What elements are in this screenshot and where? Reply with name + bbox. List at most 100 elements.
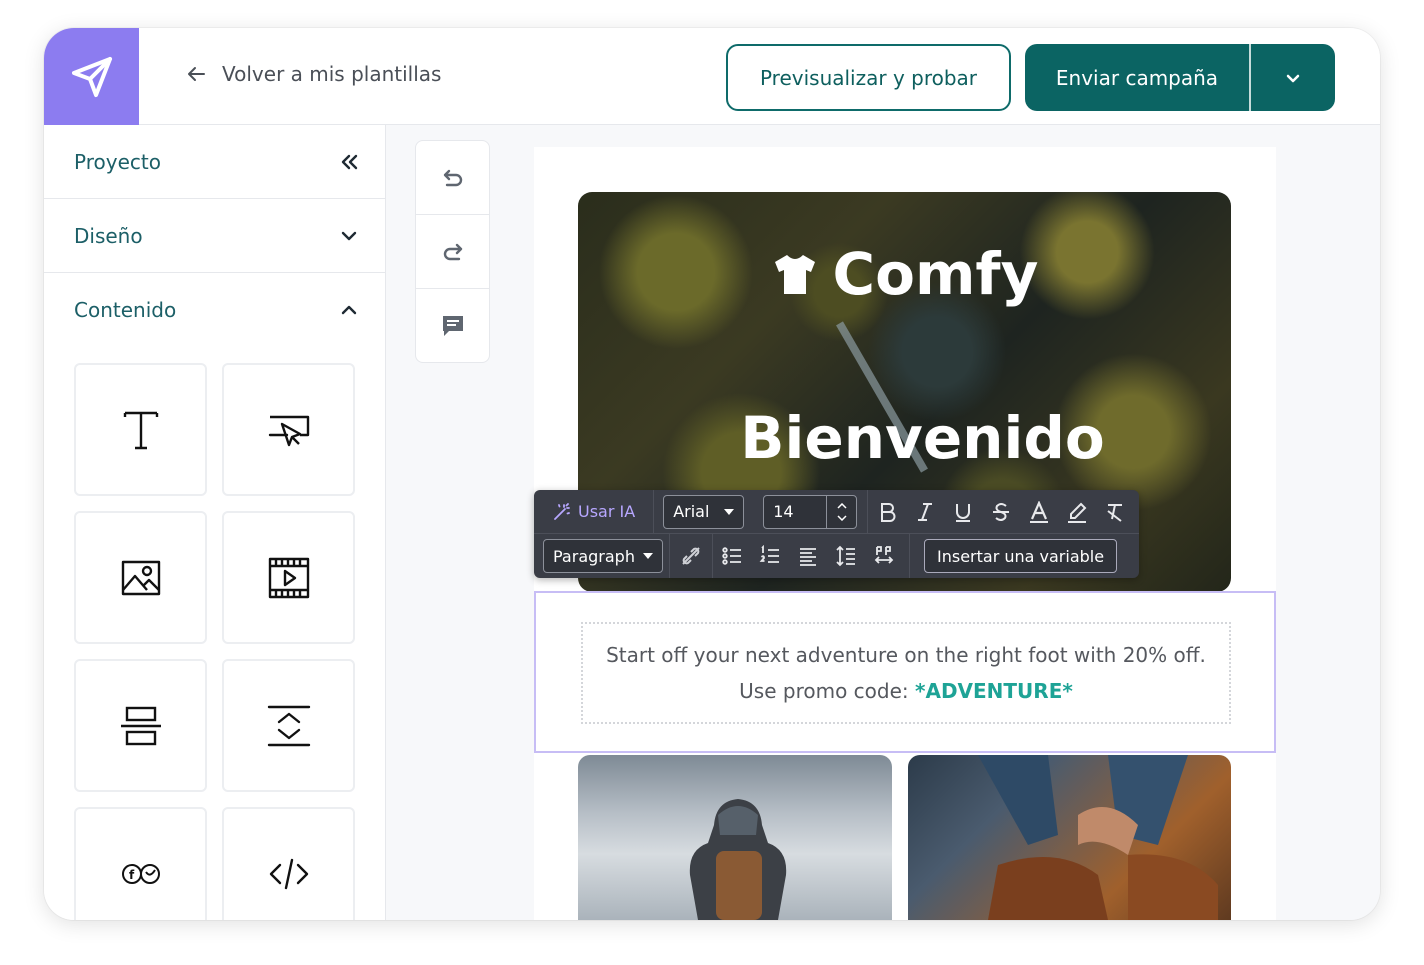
align-left-icon [800, 548, 816, 566]
selected-text-block[interactable]: Start off your next adventure on the rig… [534, 591, 1276, 753]
sidebar-item-label: Contenido [74, 298, 177, 322]
text-icon [123, 411, 158, 449]
strikethrough-button[interactable] [982, 490, 1020, 533]
strikethrough-icon [993, 502, 1010, 521]
shoelace-photo[interactable] [908, 755, 1231, 920]
caret-down-icon [724, 508, 735, 515]
content-tile-video[interactable] [222, 511, 355, 644]
italic-button[interactable] [906, 490, 944, 533]
video-icon [268, 557, 309, 598]
block-type-value: Paragraph [553, 546, 635, 566]
toolbar-row-1: Usar IA Arial 14 [534, 490, 1139, 534]
underline-icon [956, 503, 971, 522]
numbered-list-icon [759, 545, 779, 563]
sidebar-item-label: Diseño [74, 223, 143, 248]
magic-wand-icon [554, 502, 570, 520]
highlight-button[interactable] [1058, 490, 1096, 533]
promo-prefix: Use promo code: [739, 679, 909, 703]
double-chevron-left-icon[interactable] [338, 151, 360, 173]
underline-button[interactable] [944, 490, 982, 533]
hiker-photo[interactable] [578, 755, 892, 920]
align-button[interactable] [789, 534, 827, 578]
brand-name: Comfy [832, 240, 1039, 308]
line-height-icon [836, 545, 855, 567]
app-logo[interactable] [44, 28, 139, 125]
top-bar: Volver a mis plantillas Previsualizar y … [44, 28, 1380, 125]
undo-button[interactable] [416, 141, 489, 215]
sidebar-item-contenido[interactable]: Contenido [44, 273, 386, 347]
chevron-down-icon[interactable] [837, 514, 847, 521]
hero-headline[interactable]: Bienvenido [578, 404, 1231, 472]
svg-text:f: f [129, 868, 135, 882]
social-icons-icon: f [121, 863, 160, 884]
font-family-select[interactable]: Arial [663, 494, 745, 529]
text-content-area[interactable]: Start off your next adventure on the rig… [581, 622, 1231, 724]
button-cursor-icon [268, 415, 309, 446]
tshirt-icon [774, 255, 815, 294]
content-tile-text[interactable] [74, 363, 207, 496]
image-icon [121, 560, 160, 595]
chevron-down-icon [1286, 74, 1300, 82]
sidebar-item-proyecto[interactable]: Proyecto [44, 125, 386, 199]
promo-code: *ADVENTURE* [915, 679, 1073, 703]
content-tile-divider[interactable] [74, 659, 207, 792]
font-size-stepper[interactable]: 14 [763, 494, 858, 529]
arrow-left-icon [188, 67, 205, 81]
comment-icon [442, 316, 463, 336]
body-line-1: Start off your next adventure on the rig… [606, 643, 1206, 667]
text-direction-button[interactable] [865, 534, 903, 578]
content-tile-image[interactable] [74, 511, 207, 644]
sidebar: Proyecto Diseño Contenido f [44, 125, 386, 920]
send-campaign-button[interactable]: Enviar campaña [1025, 44, 1251, 111]
text-format-toolbar: Usar IA Arial 14 Paragraph Insertar una … [534, 490, 1139, 578]
send-campaign-button-group: Enviar campaña [1025, 44, 1335, 111]
caret-down-icon [643, 553, 653, 559]
back-link-label: Volver a mis plantillas [222, 62, 442, 86]
clear-format-button[interactable] [1096, 490, 1134, 533]
send-options-dropdown[interactable] [1251, 44, 1335, 111]
text-color-icon [1030, 500, 1049, 523]
brand-logo: Comfy [578, 240, 1231, 308]
use-ai-label: Usar IA [578, 502, 636, 521]
font-size-value: 14 [773, 502, 794, 521]
insert-variable-button[interactable]: Insertar una variable [924, 539, 1118, 573]
bold-button[interactable] [868, 490, 906, 533]
unlink-button[interactable] [670, 534, 712, 578]
toolbar-divider [909, 534, 910, 578]
clear-format-icon [1107, 503, 1123, 522]
editor-canvas: Comfy Bienvenido Start off your next adv… [386, 125, 1380, 920]
font-family-value: Arial [673, 502, 710, 521]
bold-icon [881, 502, 896, 522]
content-tile-button[interactable] [222, 363, 355, 496]
chevron-up-icon [341, 305, 357, 315]
sidebar-item-diseno[interactable]: Diseño [44, 199, 386, 273]
italic-icon [918, 502, 933, 521]
toolbar-row-2: Paragraph Insertar una variable [534, 534, 1139, 578]
redo-button[interactable] [416, 215, 489, 289]
spacer-icon [267, 705, 310, 746]
divider-icon [120, 706, 161, 745]
content-tile-html[interactable] [222, 807, 355, 920]
font-size-arrows[interactable] [826, 495, 856, 528]
paper-plane-icon [71, 56, 112, 97]
code-icon [269, 858, 308, 889]
redo-icon [443, 243, 462, 260]
content-tile-spacer[interactable] [222, 659, 355, 792]
use-ai-button[interactable]: Usar IA [534, 490, 655, 533]
text-color-button[interactable] [1020, 490, 1058, 533]
content-tile-social[interactable]: f [74, 807, 207, 920]
block-type-select[interactable]: Paragraph [543, 539, 663, 573]
boots-illustration [978, 755, 1218, 920]
back-to-templates-link[interactable]: Volver a mis plantillas [184, 62, 441, 86]
chevron-up-icon[interactable] [837, 502, 847, 509]
numbered-list-button[interactable] [751, 534, 789, 578]
hiker-silhouette [689, 799, 787, 920]
line-height-button[interactable] [827, 534, 865, 578]
highlighter-icon [1068, 502, 1087, 523]
unlink-icon [682, 547, 700, 565]
bullet-list-button[interactable] [713, 534, 751, 578]
bullet-list-icon [722, 547, 741, 565]
comments-button[interactable] [416, 289, 489, 363]
preview-and-test-button[interactable]: Previsualizar y probar [726, 44, 1011, 111]
body-line-2: Use promo code: *ADVENTURE* [739, 679, 1073, 703]
